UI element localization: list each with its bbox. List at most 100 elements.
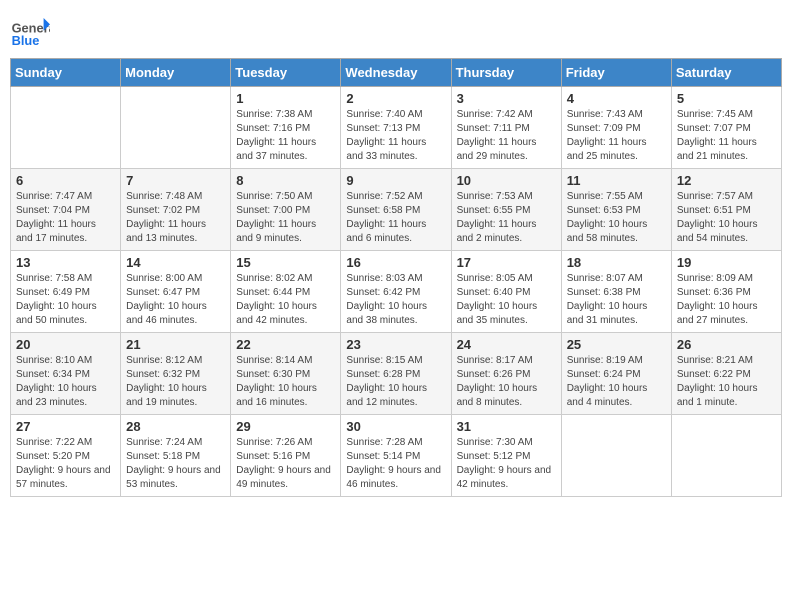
svg-text:Blue: Blue	[12, 33, 40, 48]
day-info: Sunrise: 7:58 AMSunset: 6:49 PMDaylight:…	[16, 272, 115, 328]
day-number: 13	[16, 255, 115, 270]
calendar-cell: 10 Sunrise: 7:53 AMSunset: 6:55 PMDayligh…	[451, 169, 561, 251]
day-info: Sunrise: 7:48 AMSunset: 7:02 PMDaylight:…	[126, 190, 225, 246]
day-info: Sunrise: 8:03 AMSunset: 6:42 PMDaylight:…	[346, 272, 445, 328]
day-number: 1	[236, 91, 335, 106]
day-info: Sunrise: 7:26 AMSunset: 5:16 PMDaylight:…	[236, 436, 335, 492]
calendar-table: SundayMondayTuesdayWednesdayThursdayFrid…	[10, 58, 782, 497]
day-number: 31	[457, 419, 556, 434]
column-header-tuesday: Tuesday	[231, 59, 341, 87]
calendar-cell	[561, 415, 671, 497]
column-header-wednesday: Wednesday	[341, 59, 451, 87]
calendar-week-5: 27Sunrise: 7:22 AMSunset: 5:20 PMDayligh…	[11, 415, 782, 497]
day-info: Sunrise: 8:14 AMSunset: 6:30 PMDaylight:…	[236, 354, 335, 410]
calendar-cell: 16 Sunrise: 8:03 AMSunset: 6:42 PMDayligh…	[341, 251, 451, 333]
calendar-cell: 28 Sunrise: 7:24 AMSunset: 5:18 PMDayligh…	[121, 415, 231, 497]
column-header-monday: Monday	[121, 59, 231, 87]
day-number: 24	[457, 337, 556, 352]
calendar-cell: 23 Sunrise: 8:15 AMSunset: 6:28 PMDayligh…	[341, 333, 451, 415]
day-number: 5	[677, 91, 776, 106]
day-number: 16	[346, 255, 445, 270]
day-info: Sunrise: 7:47 AMSunset: 7:04 PMDaylight:…	[16, 190, 115, 246]
day-number: 7	[126, 173, 225, 188]
calendar-cell: 25Sunrise: 8:19 AMSunset: 6:24 PMDayligh…	[561, 333, 671, 415]
calendar-week-4: 20Sunrise: 8:10 AMSunset: 6:34 PMDayligh…	[11, 333, 782, 415]
day-info: Sunrise: 7:57 AMSunset: 6:51 PMDaylight:…	[677, 190, 776, 246]
header-row: SundayMondayTuesdayWednesdayThursdayFrid…	[11, 59, 782, 87]
column-header-sunday: Sunday	[11, 59, 121, 87]
day-number: 30	[346, 419, 445, 434]
day-number: 19	[677, 255, 776, 270]
calendar-cell: 18 Sunrise: 8:07 AMSunset: 6:38 PMDayligh…	[561, 251, 671, 333]
day-info: Sunrise: 8:09 AMSunset: 6:36 PMDaylight:…	[677, 272, 776, 328]
day-number: 23	[346, 337, 445, 352]
day-number: 6	[16, 173, 115, 188]
day-info: Sunrise: 7:28 AMSunset: 5:14 PMDaylight:…	[346, 436, 445, 492]
column-header-saturday: Saturday	[671, 59, 781, 87]
calendar-cell: 1 Sunrise: 7:38 AMSunset: 7:16 PMDaylight…	[231, 87, 341, 169]
calendar-week-1: 1 Sunrise: 7:38 AMSunset: 7:16 PMDaylight…	[11, 87, 782, 169]
day-number: 29	[236, 419, 335, 434]
day-info: Sunrise: 7:52 AMSunset: 6:58 PMDaylight:…	[346, 190, 445, 246]
day-info: Sunrise: 8:12 AMSunset: 6:32 PMDaylight:…	[126, 354, 225, 410]
day-number: 4	[567, 91, 666, 106]
day-info: Sunrise: 8:10 AMSunset: 6:34 PMDaylight:…	[16, 354, 115, 410]
calendar-cell: 9 Sunrise: 7:52 AMSunset: 6:58 PMDaylight…	[341, 169, 451, 251]
day-info: Sunrise: 7:55 AMSunset: 6:53 PMDaylight:…	[567, 190, 666, 246]
day-info: Sunrise: 7:45 AMSunset: 7:07 PMDaylight:…	[677, 108, 776, 164]
calendar-cell	[671, 415, 781, 497]
column-header-thursday: Thursday	[451, 59, 561, 87]
calendar-cell: 12 Sunrise: 7:57 AMSunset: 6:51 PMDayligh…	[671, 169, 781, 251]
day-number: 21	[126, 337, 225, 352]
calendar-cell: 5 Sunrise: 7:45 AMSunset: 7:07 PMDaylight…	[671, 87, 781, 169]
calendar-cell: 8Sunrise: 7:50 AMSunset: 7:00 PMDaylight…	[231, 169, 341, 251]
calendar-cell: 19 Sunrise: 8:09 AMSunset: 6:36 PMDayligh…	[671, 251, 781, 333]
calendar-cell: 4 Sunrise: 7:43 AMSunset: 7:09 PMDaylight…	[561, 87, 671, 169]
day-number: 22	[236, 337, 335, 352]
calendar-cell: 14 Sunrise: 8:00 AMSunset: 6:47 PMDayligh…	[121, 251, 231, 333]
calendar-cell: 22 Sunrise: 8:14 AMSunset: 6:30 PMDayligh…	[231, 333, 341, 415]
calendar-cell: 31Sunrise: 7:30 AMSunset: 5:12 PMDayligh…	[451, 415, 561, 497]
day-number: 18	[567, 255, 666, 270]
calendar-cell	[121, 87, 231, 169]
day-number: 26	[677, 337, 776, 352]
calendar-week-3: 13 Sunrise: 7:58 AMSunset: 6:49 PMDayligh…	[11, 251, 782, 333]
page-header: General Blue	[10, 10, 782, 50]
calendar-week-2: 6 Sunrise: 7:47 AMSunset: 7:04 PMDaylight…	[11, 169, 782, 251]
calendar-cell	[11, 87, 121, 169]
day-number: 25	[567, 337, 666, 352]
logo: General Blue	[10, 10, 54, 50]
calendar-cell: 3 Sunrise: 7:42 AMSunset: 7:11 PMDaylight…	[451, 87, 561, 169]
day-info: Sunrise: 7:43 AMSunset: 7:09 PMDaylight:…	[567, 108, 666, 164]
day-info: Sunrise: 7:53 AMSunset: 6:55 PMDaylight:…	[457, 190, 556, 246]
day-number: 9	[346, 173, 445, 188]
calendar-cell: 17Sunrise: 8:05 AMSunset: 6:40 PMDayligh…	[451, 251, 561, 333]
day-number: 28	[126, 419, 225, 434]
calendar-cell: 26 Sunrise: 8:21 AMSunset: 6:22 PMDayligh…	[671, 333, 781, 415]
day-number: 12	[677, 173, 776, 188]
day-info: Sunrise: 8:00 AMSunset: 6:47 PMDaylight:…	[126, 272, 225, 328]
day-number: 14	[126, 255, 225, 270]
calendar-cell: 29 Sunrise: 7:26 AMSunset: 5:16 PMDayligh…	[231, 415, 341, 497]
day-info: Sunrise: 7:24 AMSunset: 5:18 PMDaylight:…	[126, 436, 225, 492]
calendar-cell: 15Sunrise: 8:02 AMSunset: 6:44 PMDayligh…	[231, 251, 341, 333]
day-info: Sunrise: 8:02 AMSunset: 6:44 PMDaylight:…	[236, 272, 335, 328]
day-number: 8	[236, 173, 335, 188]
calendar-cell: 30 Sunrise: 7:28 AMSunset: 5:14 PMDayligh…	[341, 415, 451, 497]
column-header-friday: Friday	[561, 59, 671, 87]
day-info: Sunrise: 8:21 AMSunset: 6:22 PMDaylight:…	[677, 354, 776, 410]
calendar-cell: 2Sunrise: 7:40 AMSunset: 7:13 PMDaylight…	[341, 87, 451, 169]
calendar-cell: 7 Sunrise: 7:48 AMSunset: 7:02 PMDaylight…	[121, 169, 231, 251]
day-number: 10	[457, 173, 556, 188]
day-number: 11	[567, 173, 666, 188]
day-info: Sunrise: 8:05 AMSunset: 6:40 PMDaylight:…	[457, 272, 556, 328]
day-info: Sunrise: 8:07 AMSunset: 6:38 PMDaylight:…	[567, 272, 666, 328]
day-number: 3	[457, 91, 556, 106]
day-info: Sunrise: 8:17 AMSunset: 6:26 PMDaylight:…	[457, 354, 556, 410]
calendar-cell: 21 Sunrise: 8:12 AMSunset: 6:32 PMDayligh…	[121, 333, 231, 415]
day-info: Sunrise: 7:42 AMSunset: 7:11 PMDaylight:…	[457, 108, 556, 164]
calendar-cell: 20Sunrise: 8:10 AMSunset: 6:34 PMDayligh…	[11, 333, 121, 415]
day-info: Sunrise: 8:15 AMSunset: 6:28 PMDaylight:…	[346, 354, 445, 410]
day-info: Sunrise: 7:38 AMSunset: 7:16 PMDaylight:…	[236, 108, 335, 164]
day-number: 2	[346, 91, 445, 106]
